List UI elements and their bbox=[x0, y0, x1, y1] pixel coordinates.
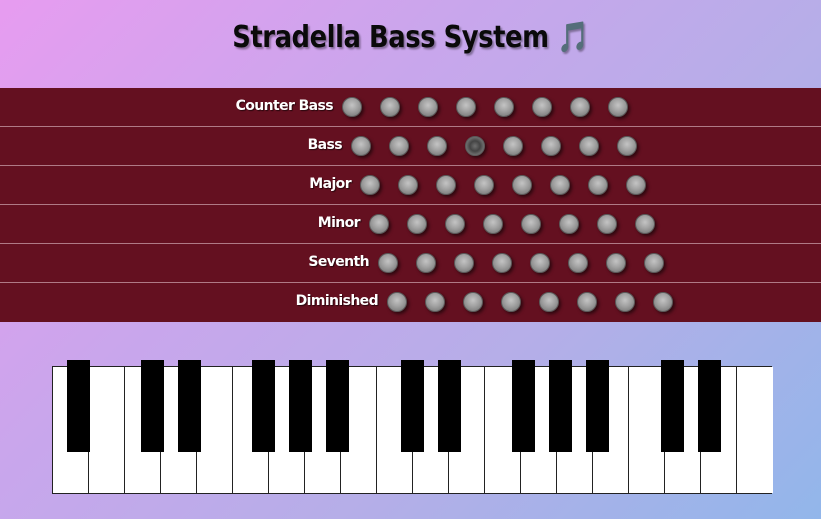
bass-button[interactable] bbox=[644, 253, 664, 273]
bass-button[interactable] bbox=[445, 214, 465, 234]
bass-button[interactable] bbox=[494, 97, 514, 117]
bass-button[interactable] bbox=[389, 136, 409, 156]
bass-button-board: Counter Bass Bass Major Minor Seventh Di… bbox=[0, 88, 821, 322]
bass-button[interactable] bbox=[369, 214, 389, 234]
row-counter-bass: Counter Bass bbox=[0, 88, 821, 127]
bass-button[interactable] bbox=[387, 292, 407, 312]
bass-button[interactable] bbox=[626, 175, 646, 195]
bass-button[interactable] bbox=[416, 253, 436, 273]
black-key[interactable] bbox=[661, 360, 684, 452]
row-label: Major bbox=[309, 176, 351, 192]
bass-button[interactable] bbox=[463, 292, 483, 312]
bass-button[interactable] bbox=[360, 175, 380, 195]
black-key[interactable] bbox=[252, 360, 275, 452]
bass-button[interactable] bbox=[608, 97, 628, 117]
white-key[interactable] bbox=[629, 367, 665, 493]
bass-button[interactable] bbox=[577, 292, 597, 312]
bass-button[interactable] bbox=[427, 136, 447, 156]
bass-button[interactable] bbox=[615, 292, 635, 312]
bass-button[interactable] bbox=[617, 136, 637, 156]
bass-button[interactable] bbox=[407, 214, 427, 234]
bass-button[interactable] bbox=[378, 253, 398, 273]
bass-button[interactable] bbox=[541, 136, 561, 156]
bass-button[interactable] bbox=[530, 253, 550, 273]
bass-button[interactable] bbox=[521, 214, 541, 234]
black-key[interactable] bbox=[512, 360, 535, 452]
row-seventh: Seventh bbox=[0, 244, 821, 283]
bass-button[interactable] bbox=[425, 292, 445, 312]
bass-button[interactable] bbox=[501, 292, 521, 312]
bass-button[interactable] bbox=[512, 175, 532, 195]
row-label: Seventh bbox=[308, 254, 369, 270]
row-label: Minor bbox=[317, 215, 361, 231]
black-key[interactable] bbox=[698, 360, 721, 452]
black-key[interactable] bbox=[67, 360, 90, 452]
bass-button[interactable] bbox=[539, 292, 559, 312]
bass-button[interactable] bbox=[483, 214, 503, 234]
page-title: Stradella Bass System 🎵 bbox=[232, 20, 589, 55]
black-key[interactable] bbox=[178, 360, 201, 452]
piano-keyboard bbox=[52, 360, 773, 494]
bass-button[interactable] bbox=[418, 97, 438, 117]
bass-button[interactable] bbox=[456, 97, 476, 117]
bass-button[interactable] bbox=[380, 97, 400, 117]
bass-button[interactable] bbox=[492, 253, 512, 273]
bass-button[interactable] bbox=[454, 253, 474, 273]
bass-button[interactable] bbox=[465, 136, 485, 156]
bass-button[interactable] bbox=[398, 175, 418, 195]
bass-button[interactable] bbox=[436, 175, 456, 195]
bass-button[interactable] bbox=[597, 214, 617, 234]
bass-button[interactable] bbox=[653, 292, 673, 312]
row-bass: Bass bbox=[0, 127, 821, 166]
row-major: Major bbox=[0, 166, 821, 205]
row-minor: Minor bbox=[0, 205, 821, 244]
bass-button[interactable] bbox=[588, 175, 608, 195]
row-label: Diminished bbox=[295, 293, 379, 309]
bass-button[interactable] bbox=[474, 175, 494, 195]
bass-button[interactable] bbox=[579, 136, 599, 156]
black-key[interactable] bbox=[141, 360, 164, 452]
bass-button[interactable] bbox=[570, 97, 590, 117]
bass-button[interactable] bbox=[559, 214, 579, 234]
bass-button[interactable] bbox=[635, 214, 655, 234]
bass-button[interactable] bbox=[342, 97, 362, 117]
bass-button[interactable] bbox=[550, 175, 570, 195]
bass-button[interactable] bbox=[606, 253, 626, 273]
bass-button[interactable] bbox=[351, 136, 371, 156]
black-key[interactable] bbox=[438, 360, 461, 452]
white-key[interactable] bbox=[89, 367, 125, 493]
white-key[interactable] bbox=[197, 367, 233, 493]
bass-button[interactable] bbox=[503, 136, 523, 156]
bass-button[interactable] bbox=[532, 97, 552, 117]
row-label: Counter Bass bbox=[235, 98, 334, 114]
black-key[interactable] bbox=[326, 360, 349, 452]
black-key[interactable] bbox=[549, 360, 572, 452]
row-diminished: Diminished bbox=[0, 283, 821, 321]
white-key[interactable] bbox=[737, 367, 773, 493]
black-key[interactable] bbox=[401, 360, 424, 452]
row-label: Bass bbox=[307, 137, 343, 153]
black-key[interactable] bbox=[289, 360, 312, 452]
bass-button[interactable] bbox=[568, 253, 588, 273]
black-key[interactable] bbox=[586, 360, 609, 452]
